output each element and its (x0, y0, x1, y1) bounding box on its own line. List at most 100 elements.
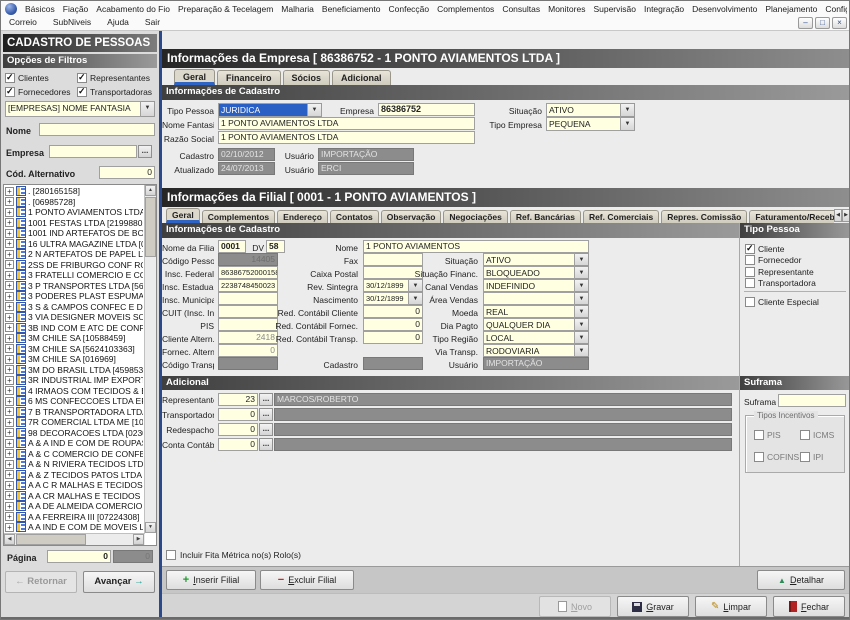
moeda-select[interactable]: REAL▼ (483, 305, 589, 318)
tree-item[interactable]: + 1 PONTO AVIAMENTOS LTDA [86 (5, 207, 143, 218)
tree-item[interactable]: + A A FERREIRA III [07224308] (5, 512, 143, 523)
expand-icon[interactable]: + (5, 376, 14, 385)
excluir-filial-button[interactable]: −Excluir Filial (260, 570, 354, 590)
expand-icon[interactable]: + (5, 439, 14, 448)
scroll-up-icon[interactable]: ▲ (145, 185, 156, 196)
empresa-input[interactable] (49, 145, 137, 158)
expand-icon[interactable]: + (5, 260, 14, 269)
chevron-down-icon[interactable]: ▼ (575, 292, 589, 305)
tree-horizontal-scrollbar[interactable]: ◀ ▶ (4, 533, 145, 545)
tree-item[interactable]: + 16 ULTRA MAGAZINE LTDA [0899 (5, 239, 143, 250)
tab[interactable]: Faturamento/Recebimento (749, 210, 834, 223)
dv-input[interactable]: 58 (266, 240, 285, 253)
tree-item[interactable]: + 3 P TRANSPORTES LTDA [560590 (5, 281, 143, 292)
canal-vendas-select[interactable]: INDEFINIDO▼ (483, 279, 589, 292)
tipo-pessoa-checkbox[interactable]: ✓ Representante (745, 266, 849, 278)
menu-item[interactable]: Desenvolvimento (692, 4, 757, 14)
tree-vertical-scrollbar[interactable]: ▲ ▼ (144, 185, 156, 533)
tree-item[interactable]: + 3M CHILE SA [5624103363] (5, 344, 143, 355)
checkbox-icon[interactable]: ✓ (5, 73, 15, 83)
close-icon[interactable]: × (832, 17, 847, 29)
tab[interactable]: Endereço (277, 210, 328, 223)
tree-item[interactable]: + 2 N ARTEFATOS DE PAPEL LTDA - (5, 249, 143, 260)
situacao-select[interactable]: ATIVO▼ (483, 253, 589, 266)
tab[interactable]: Financeiro (217, 70, 281, 85)
expand-icon[interactable]: + (5, 344, 14, 353)
tipo-empresa-select[interactable]: PEQUENA▼ (546, 117, 635, 131)
tree-item[interactable]: + A & C COMERCIO DE CONFEC LTD (5, 449, 143, 460)
checkbox-icon[interactable]: ✓ (745, 255, 755, 265)
tree-item[interactable]: + 1001 FESTAS LTDA [21998802] (5, 218, 143, 229)
expand-icon[interactable]: + (5, 323, 14, 332)
tree-item[interactable]: + A A DE ALMEIDA COMERCIO ME [ (5, 501, 143, 512)
tab[interactable]: Geral (174, 69, 215, 85)
tree-item[interactable]: + 3B IND COM E ATC DE CONFEC LT (5, 323, 143, 334)
tree-item[interactable]: + 2SS DE FRIBURGO CONF ROUPAS (5, 260, 143, 271)
cod-alternativo-input[interactable]: 0 (99, 166, 155, 179)
chevron-down-icon[interactable]: ▼ (575, 331, 589, 344)
expand-icon[interactable]: + (5, 523, 14, 532)
tipo-pessoa-checkbox[interactable]: ✓ Cliente (745, 243, 849, 255)
chevron-down-icon[interactable]: ▼ (141, 101, 155, 117)
checkbox-icon[interactable]: ✓ (166, 550, 176, 560)
menu-item[interactable]: Configurações (825, 4, 847, 14)
tree-item[interactable]: + 3 FRATELLI COMERCIO E CONFE (5, 270, 143, 281)
filter-checkbox[interactable]: ✓ Representantes (77, 71, 157, 85)
checkbox-icon[interactable]: ✓ (745, 267, 755, 277)
expand-icon[interactable]: + (5, 292, 14, 301)
fechar-button[interactable]: Fechar (773, 596, 845, 617)
nome-fantasia-input[interactable]: 1 PONTO AVIAMENTOS LTDA (218, 117, 475, 130)
filter-checkbox[interactable]: ✓ Transportadoras (77, 85, 157, 99)
checkbox-icon[interactable]: ✓ (800, 452, 810, 462)
tree-item[interactable]: + A A IND E COM DE MOVEIS LTDA (5, 522, 143, 533)
menu-item[interactable]: Confecção (389, 4, 430, 14)
checkbox-icon[interactable]: ✓ (5, 87, 15, 97)
expand-icon[interactable]: + (5, 187, 14, 196)
scroll-right-icon[interactable]: ▶ (133, 534, 144, 545)
tree-item[interactable]: + 3R INDUSTRIAL IMP EXPORTADO (5, 375, 143, 386)
menu-item[interactable]: Monitores (548, 4, 585, 14)
expand-icon[interactable]: + (5, 386, 14, 395)
expand-icon[interactable]: + (5, 229, 14, 238)
expand-icon[interactable]: + (5, 449, 14, 458)
minimize-icon[interactable]: – (798, 17, 813, 29)
expand-icon[interactable]: + (5, 302, 14, 311)
expand-icon[interactable]: + (5, 407, 14, 416)
adicional-code-input[interactable]: 0 (218, 423, 258, 436)
tab[interactable]: Complementos (202, 210, 275, 223)
tab[interactable]: Repres. Comissão (661, 210, 747, 223)
chevron-down-icon[interactable]: ▼ (308, 103, 322, 117)
checkbox-icon[interactable]: ✓ (77, 87, 87, 97)
checkbox-icon[interactable]: ✓ (800, 430, 810, 440)
filter-checkbox[interactable]: ✓ Fornecedores (5, 85, 77, 99)
tree-item[interactable]: + 3 VIA DESIGNER MOVEIS SOFAS (5, 312, 143, 323)
tipo-pessoa-select[interactable]: JURIDICA▼ (218, 103, 322, 117)
tree-item[interactable]: + A & N RIVIERA TECIDOS LTDA EP (5, 459, 143, 470)
detalhar-button[interactable]: ▲Detalhar (757, 570, 845, 590)
tree-item[interactable]: + A A CR MALHAS E TECIDOS LTDA (5, 491, 143, 502)
avancar-button[interactable]: Avançar → (83, 571, 155, 593)
tab-scroll-left-icon[interactable]: ◀ (834, 209, 842, 222)
expand-icon[interactable]: + (5, 491, 14, 500)
tipo-pessoa-checkbox[interactable]: ✓ Fornecedor (745, 255, 849, 267)
restore-icon[interactable]: □ (815, 17, 830, 29)
checkbox-icon[interactable]: ✓ (745, 278, 755, 288)
tree-item[interactable]: + 3 PODERES PLAST ESPUMAS COL (5, 291, 143, 302)
tree-item[interactable]: + 1001 IND ARTEFATOS DE BORRA (5, 228, 143, 239)
gravar-button[interactable]: Gravar (617, 596, 689, 617)
retornar-button[interactable]: ← Retornar (5, 571, 77, 593)
scroll-thumb[interactable] (16, 534, 86, 545)
menu-item[interactable]: Preparação & Tecelagem (178, 4, 273, 14)
expand-icon[interactable]: + (5, 355, 14, 364)
browse-button[interactable]: ... (259, 423, 273, 436)
expand-icon[interactable]: + (5, 418, 14, 427)
pis-checkbox[interactable]: ✓PIS (754, 430, 781, 440)
expand-icon[interactable]: + (5, 218, 14, 227)
menu-item[interactable]: Supervisão (593, 4, 636, 14)
expand-icon[interactable]: + (5, 271, 14, 280)
tab[interactable]: Geral (166, 208, 200, 223)
scroll-thumb[interactable] (145, 197, 156, 257)
menu-item[interactable]: Ajuda (107, 17, 129, 27)
nome-filial-input[interactable]: 0001 (218, 240, 246, 253)
pagina-input[interactable]: 0 (47, 550, 111, 563)
